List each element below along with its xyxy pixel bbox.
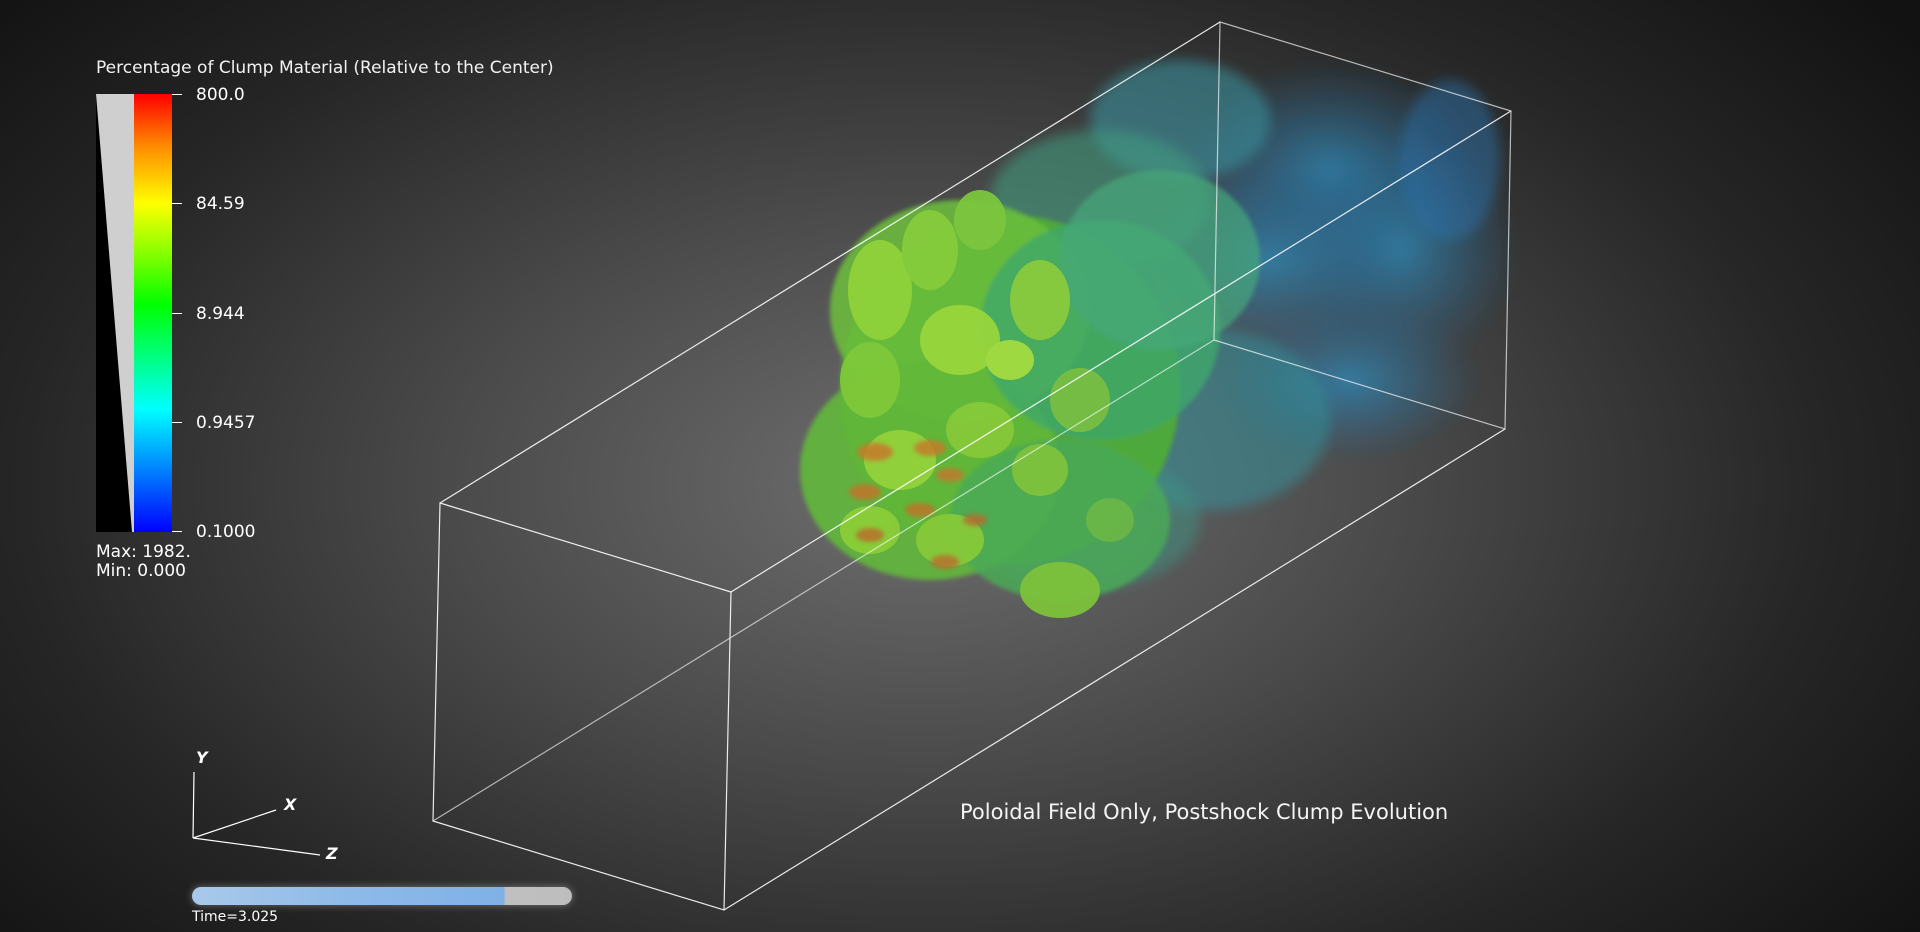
render-viewport[interactable]: Y X Z [0, 0, 1920, 932]
opacity-ramp [96, 94, 134, 532]
y-axis-line [192, 771, 195, 839]
time-slider[interactable] [192, 887, 572, 905]
legend-title: Percentage of Clump Material (Relative t… [96, 58, 554, 78]
z-axis-line [192, 837, 321, 856]
axes-triad [192, 771, 321, 856]
volume-render [800, 60, 1520, 618]
tick-label: 0.9457 [196, 413, 256, 433]
y-axis-label: Y [196, 748, 209, 767]
colormap-bar [134, 94, 172, 532]
time-label: Time=3.025 [192, 909, 279, 925]
legend-max: Max: 1982. [96, 542, 191, 562]
scene-caption: Poloidal Field Only, Postshock Clump Evo… [960, 800, 1449, 824]
x-axis-line [192, 809, 277, 839]
tick-label: 8.944 [196, 304, 245, 324]
legend-min: Min: 0.000 [96, 561, 186, 581]
tick-label: 84.59 [196, 194, 245, 214]
tick-mark [172, 422, 182, 423]
tick-mark [172, 313, 182, 314]
tick-mark [172, 531, 182, 532]
tick-mark [172, 94, 182, 95]
x-axis-label: X [283, 795, 297, 814]
tick-mark [172, 203, 182, 204]
z-axis-label: Z [325, 844, 338, 863]
tick-label: 0.1000 [196, 522, 256, 542]
tick-label: 800.0 [196, 85, 245, 105]
